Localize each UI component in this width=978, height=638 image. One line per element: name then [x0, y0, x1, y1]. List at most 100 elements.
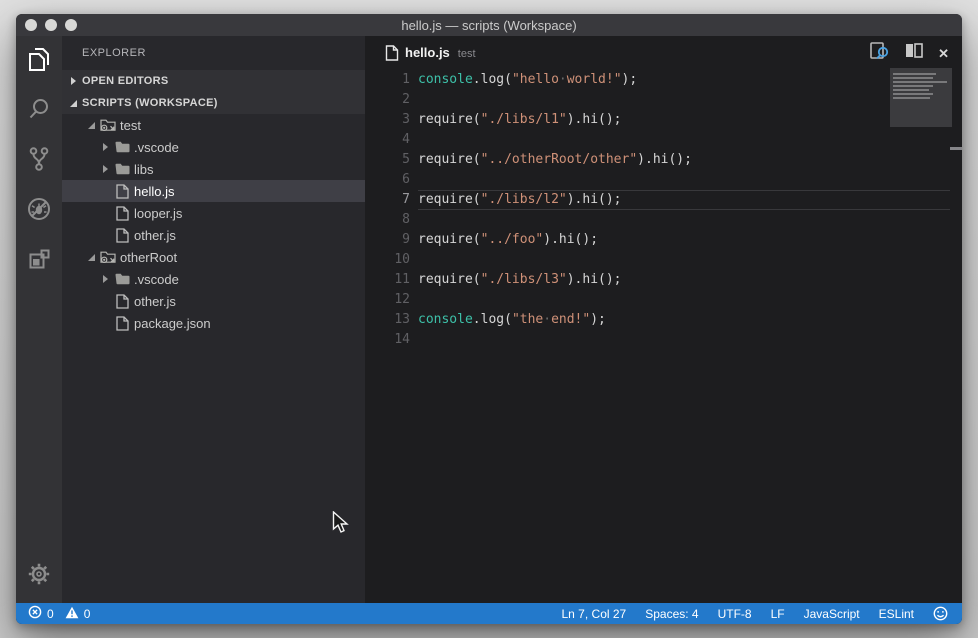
code-line-10[interactable]: 10 — [365, 250, 962, 270]
file-icon — [112, 294, 132, 309]
code-line-2[interactable]: 2 — [365, 90, 962, 110]
search-icon — [27, 97, 51, 126]
open-preview-button[interactable] — [870, 42, 890, 65]
title-bar[interactable]: hello.js — scripts (Workspace) — [16, 14, 962, 36]
tree-item-other-js[interactable]: other.js — [62, 290, 365, 312]
chevron-collapsed-icon[interactable] — [98, 165, 112, 173]
status-item-lf[interactable]: LF — [771, 607, 785, 621]
status-bar-right: Ln 7, Col 27 Spaces: 4 UTF-8 LF JavaScript ES… — [562, 606, 963, 621]
tree-item--vscode[interactable]: .vscode — [62, 268, 365, 290]
line-number: 12 — [365, 290, 410, 310]
status-item-ln-7-col-27[interactable]: Ln 7, Col 27 — [562, 607, 627, 621]
chevron-collapsed-icon[interactable] — [66, 77, 80, 85]
tree-section-open-editors[interactable]: OPEN EDITORS — [62, 70, 365, 92]
tree-item-looper-js[interactable]: looper.js — [62, 202, 365, 224]
code-line-7[interactable]: 7require("./libs/l2").hi(); — [365, 190, 962, 210]
tab-bar: hello.js test — [365, 36, 962, 70]
tree-item-libs[interactable]: libs — [62, 158, 365, 180]
preview-icon — [870, 42, 890, 65]
tree-item-label: looper.js — [134, 206, 182, 221]
tab-label: hello.js — [405, 45, 450, 60]
chevron-expanded-icon[interactable] — [66, 100, 80, 107]
code-line-9[interactable]: 9require("../foo").hi(); — [365, 230, 962, 250]
sidebar-item-search[interactable] — [16, 86, 62, 136]
tree-section-scripts-workspace-[interactable]: SCRIPTS (WORKSPACE) — [62, 92, 365, 114]
desktop: { "window": { "title": "hello.js — scrip… — [0, 0, 978, 638]
tree-item-otherroot[interactable]: otherRoot — [62, 246, 365, 268]
error-count: 0 — [47, 607, 54, 621]
tree-item-hello-js[interactable]: hello.js — [62, 180, 365, 202]
file-icon — [112, 184, 132, 199]
code-line-1[interactable]: 1console.log("hello·world!"); — [365, 70, 962, 90]
status-item-spaces-4[interactable]: Spaces: 4 — [645, 607, 698, 621]
code-line-8[interactable]: 8 — [365, 210, 962, 230]
code-line-11[interactable]: 11require("./libs/l3").hi(); — [365, 270, 962, 290]
tree-item-other-js[interactable]: other.js — [62, 224, 365, 246]
line-number: 11 — [365, 270, 410, 290]
tree-item-package-json[interactable]: package.json — [62, 312, 365, 334]
line-content — [410, 290, 418, 310]
line-number: 9 — [365, 230, 410, 250]
folder-icon — [112, 163, 132, 175]
close-editor-button[interactable]: ✕ — [938, 47, 949, 60]
code-line-14[interactable]: 14 — [365, 330, 962, 350]
settings-button[interactable] — [16, 562, 62, 591]
tree-item-label: other.js — [134, 228, 176, 243]
split-editor-button[interactable] — [905, 43, 923, 63]
chevron-expanded-icon[interactable] — [84, 122, 98, 129]
line-content: console.log("the·end!"); — [410, 310, 606, 330]
status-item-eslint[interactable]: ESLint — [879, 607, 914, 621]
minimap-line — [893, 73, 936, 75]
mouse-cursor — [332, 511, 350, 539]
root-folder-icon — [98, 118, 118, 132]
line-number: 10 — [365, 250, 410, 270]
code-line-3[interactable]: 3require("./libs/l1").hi(); — [365, 110, 962, 130]
code-line-12[interactable]: 12 — [365, 290, 962, 310]
smiley-icon[interactable] — [933, 606, 948, 621]
tree-item-label: test — [120, 118, 141, 133]
tree-item-label: hello.js — [134, 184, 174, 199]
code-line-5[interactable]: 5require("../otherRoot/other").hi(); — [365, 150, 962, 170]
code-line-6[interactable]: 6 — [365, 170, 962, 190]
tree-item--vscode[interactable]: .vscode — [62, 136, 365, 158]
explorer-sidebar: EXPLORER OPEN EDITORSSCRIPTS (WORKSPACE)… — [62, 36, 365, 603]
minimap[interactable] — [890, 68, 952, 127]
minimap-line — [893, 81, 947, 83]
sidebar-item-extensions[interactable] — [16, 236, 62, 286]
line-number: 8 — [365, 210, 410, 230]
chevron-expanded-icon[interactable] — [84, 254, 98, 261]
tree-item-test[interactable]: test — [62, 114, 365, 136]
line-content — [410, 170, 418, 190]
folder-icon — [112, 273, 132, 285]
line-content — [410, 130, 418, 150]
sidebar-item-debug[interactable] — [16, 186, 62, 236]
editor-actions: ✕ — [870, 42, 962, 65]
chevron-collapsed-icon[interactable] — [98, 143, 112, 151]
zoom-window-button[interactable] — [65, 19, 77, 31]
tree-item-label: otherRoot — [120, 250, 177, 265]
minimap-line — [893, 85, 933, 87]
status-item-javascript[interactable]: JavaScript — [804, 607, 860, 621]
problems-indicator[interactable]: 0 0 — [16, 605, 96, 622]
sidebar-item-explorer[interactable] — [16, 36, 62, 86]
chevron-collapsed-icon[interactable] — [98, 275, 112, 283]
close-window-button[interactable] — [25, 19, 37, 31]
line-content — [410, 210, 418, 230]
line-number: 14 — [365, 330, 410, 350]
window-controls — [25, 19, 77, 31]
code-area[interactable]: 1console.log("hello·world!");23require("… — [365, 70, 962, 603]
error-icon — [28, 605, 42, 622]
tree-item-label: other.js — [134, 294, 176, 309]
line-number: 5 — [365, 150, 410, 170]
status-item-utf-8[interactable]: UTF-8 — [718, 607, 752, 621]
minimize-window-button[interactable] — [45, 19, 57, 31]
minimap-line — [893, 93, 933, 95]
tab-hello-js[interactable]: hello.js test — [365, 45, 476, 61]
code-line-4[interactable]: 4 — [365, 130, 962, 150]
line-content: require("../foo").hi(); — [410, 230, 598, 250]
warning-count: 0 — [84, 607, 91, 621]
folder-icon — [112, 141, 132, 153]
code-line-13[interactable]: 13console.log("the·end!"); — [365, 310, 962, 330]
sidebar-item-source-control[interactable] — [16, 136, 62, 186]
line-content: require("./libs/l1").hi(); — [410, 110, 622, 130]
